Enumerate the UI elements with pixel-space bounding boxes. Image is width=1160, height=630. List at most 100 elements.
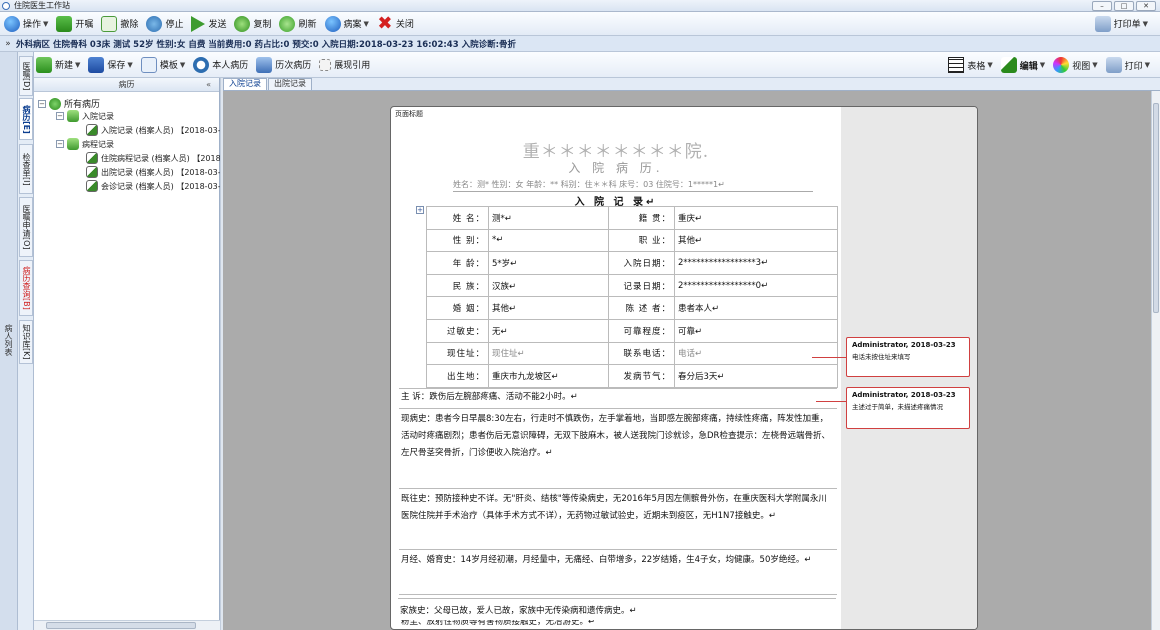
delete-button[interactable]: 撤除 — [99, 14, 144, 34]
maximize-button[interactable]: □ — [1114, 1, 1134, 11]
close-button[interactable]: ✖ 关闭 — [375, 14, 420, 34]
printer-icon — [1105, 57, 1122, 73]
tree-item[interactable]: 出院记录 (档案人员) 【2018-03-23 — [86, 166, 231, 178]
field-value[interactable]: 春分后3天↵ — [674, 364, 838, 388]
edit-button[interactable]: 编辑 ▼ — [999, 55, 1051, 75]
family-history[interactable]: 家族史：父母已故，爱人已故，家族中无传染病和遗传病史。↵ — [398, 598, 836, 620]
field-value[interactable]: 汉族↵ — [488, 273, 609, 298]
document-icon — [86, 166, 98, 178]
tab-discharge-record[interactable]: 出院记录 — [268, 78, 312, 90]
field-value[interactable]: 患者本人↵ — [674, 296, 838, 320]
patient-list-strip[interactable]: 病人列表 — [0, 52, 18, 630]
table-row: 出生地： 重庆市九龙坡区↵ 发病节气： 春分后3天↵ — [426, 364, 838, 388]
close-icon: ✖ — [377, 12, 393, 34]
comment-author: Administrator, 2018-03-23 — [852, 341, 956, 349]
field-value[interactable]: 重庆↵ — [674, 206, 838, 230]
table-row: 性 别： *↵ 职 业： 其他↵ — [426, 228, 838, 253]
field-value[interactable]: 5*岁↵ — [488, 251, 609, 275]
review-comment[interactable]: Administrator, 2018-03-23 电话未按住址来填写 — [846, 337, 970, 377]
window-controls: – □ ✕ — [1092, 1, 1156, 11]
table-row: 过敏史： 无↵ 可靠程度： 可靠↵ — [426, 318, 838, 343]
table-button[interactable]: 表格 ▼ — [946, 55, 998, 75]
tree-group-admission[interactable]: − 入院记录 — [56, 110, 114, 122]
collapse-toggle-icon[interactable]: − — [56, 140, 64, 148]
field-value[interactable]: 2*****************3↵ — [674, 251, 838, 275]
collapse-toggle-icon[interactable]: − — [38, 99, 46, 108]
template-button[interactable]: 模板 ▼ — [139, 55, 191, 75]
folder-icon — [67, 110, 79, 122]
tree-item[interactable]: 会诊记录 (档案人员) 【2018-03-23 — [86, 180, 231, 192]
field-value[interactable]: 无↵ — [488, 318, 609, 343]
save-button[interactable]: 保存 ▼ — [86, 55, 138, 75]
tree-root[interactable]: − 所有病历 — [38, 97, 100, 110]
print-sheet-button[interactable]: 打印单 ▼ — [1093, 14, 1154, 34]
field-value[interactable]: 其他↵ — [674, 228, 838, 253]
save-icon — [88, 56, 105, 73]
field-label: 过敏史： — [426, 318, 489, 343]
field-value[interactable]: 其他↵ — [488, 296, 609, 320]
send-button[interactable]: 发送 — [189, 14, 232, 34]
patient-info-text: 外科病区 住院骨科 03床 测试 52岁 性别:女 自费 当前费用:0 药占比:… — [16, 39, 516, 50]
history-records-button[interactable]: 历次病历 — [254, 55, 317, 75]
collapse-toggle-icon[interactable]: − — [56, 112, 64, 120]
field-value[interactable]: 现住址↵ — [488, 341, 609, 366]
operate-button[interactable]: 操作 ▼ — [2, 14, 54, 34]
field-label: 职 业： — [608, 228, 675, 253]
field-value[interactable]: 2*****************0↵ — [674, 273, 838, 298]
editor-vertical-scrollbar[interactable] — [1151, 91, 1160, 630]
review-comment[interactable]: Administrator, 2018-03-23 主述过于简单，未描述疼痛情况 — [846, 387, 970, 429]
case-button[interactable]: 病案 ▼ — [323, 14, 375, 34]
copy-button[interactable]: 复制 — [232, 14, 277, 34]
collapse-panel-icon[interactable]: « — [206, 78, 211, 91]
my-records-button[interactable]: 本人病历 — [191, 55, 254, 75]
vtab-record-query[interactable]: 病历查询[B] — [19, 260, 33, 316]
vtab-knowledge[interactable]: 知识库[K] — [19, 320, 33, 364]
table-row: 民 族： 汉族↵ 记录日期： 2*****************0↵ — [426, 273, 838, 298]
close-window-button[interactable]: ✕ — [1136, 1, 1156, 11]
field-value[interactable]: 可靠↵ — [674, 318, 838, 343]
scroll-thumb[interactable] — [46, 622, 196, 629]
expand-chevron-icon[interactable]: » — [0, 39, 16, 49]
field-value[interactable]: 重庆市九龙坡区↵ — [488, 364, 609, 388]
print-button[interactable]: 打印 ▼ — [1104, 55, 1156, 75]
tree-item[interactable]: 住院病程记录 (档案人员) 【2018-0 — [86, 152, 229, 164]
field-label: 陈 述 者： — [608, 296, 675, 320]
document-icon — [86, 152, 98, 164]
past-history[interactable]: 既往史：预防接种史不详。无"肝炎、结核"等传染病史，无2016年5月因左侧髌骨外… — [399, 488, 837, 548]
expand-section-icon[interactable]: + — [416, 206, 424, 214]
order-button[interactable]: 开嘱 — [54, 14, 99, 34]
comment-leader-line — [816, 401, 846, 402]
new-button[interactable]: 新建 ▼ — [34, 55, 86, 75]
tab-admission-record[interactable]: 入院记录 — [223, 78, 267, 90]
scroll-thumb[interactable] — [1153, 103, 1159, 313]
vtab-order-request[interactable]: 医嘱申请[O] — [19, 197, 33, 257]
menstrual-history[interactable]: 月经、婚育史：14岁月经初潮，月经量中，无痛经、白带增多，22岁结婚，生4子女，… — [399, 549, 837, 593]
field-value[interactable]: *↵ — [488, 228, 609, 253]
field-label: 婚 姻： — [426, 296, 489, 320]
field-value[interactable]: 测*↵ — [488, 206, 609, 230]
tree-item[interactable]: 入院记录 (档案人员) 【2018-03-23 — [86, 124, 231, 136]
history-icon — [256, 56, 273, 73]
tree-header: 病历 « — [34, 78, 219, 92]
minimize-button[interactable]: – — [1092, 1, 1112, 11]
present-illness[interactable]: 现病史：患者今日早晨8:30左右，行走时不慎跌伤，左手掌着地，当即感左腕部疼痛，… — [399, 408, 837, 486]
document-icon — [86, 180, 98, 192]
title-bar: 住院医生工作站 – □ ✕ — [0, 0, 1160, 12]
field-value[interactable]: 电话↵ — [674, 341, 838, 366]
chief-complaint[interactable]: 主 诉：跌伤后左腕部疼痛、活动不能2小时。↵ — [399, 388, 837, 408]
refresh-button[interactable]: 刷新 — [277, 14, 322, 34]
view-button[interactable]: 视图 ▼ — [1051, 55, 1103, 75]
view-icon — [1053, 57, 1070, 73]
vtab-exam[interactable]: 检查单[I] — [19, 144, 33, 194]
vtab-orders[interactable]: 医嘱[D] — [19, 56, 33, 96]
printer-icon — [1094, 15, 1111, 32]
field-label: 可靠程度： — [608, 318, 675, 343]
tree-horizontal-scrollbar[interactable] — [34, 620, 220, 630]
field-label: 入院日期： — [608, 251, 675, 275]
stop-button[interactable]: 停止 — [144, 14, 189, 34]
show-reference-button[interactable]: 展现引用 — [317, 55, 376, 75]
vtab-records[interactable]: 病历[E] — [19, 98, 33, 140]
tree-group-progress[interactable]: − 病程记录 — [56, 138, 114, 150]
field-label: 记录日期： — [608, 273, 675, 298]
table-row: 现住址： 现住址↵ 联系电话： 电话↵ — [426, 341, 838, 366]
